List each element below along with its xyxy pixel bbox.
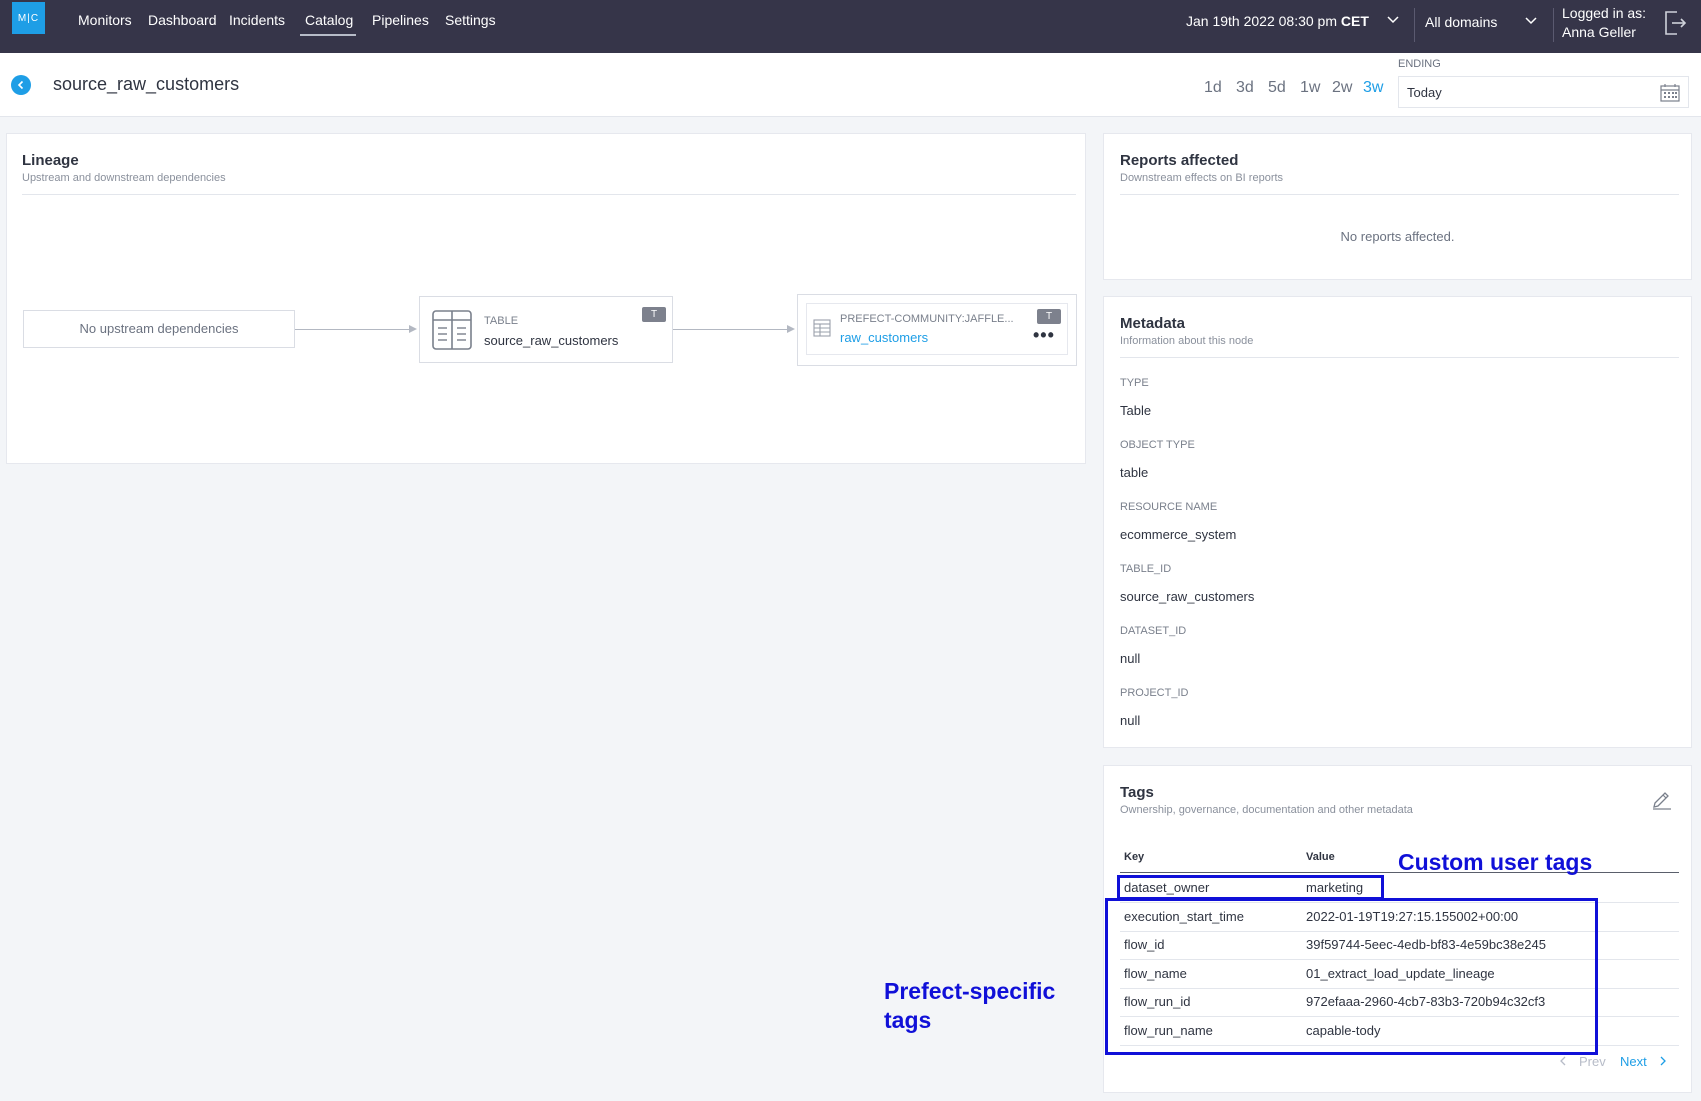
range-1d[interactable]: 1d xyxy=(1204,79,1222,97)
more-options-icon[interactable]: ••• xyxy=(1033,325,1055,346)
meta-value: table xyxy=(1120,465,1149,480)
back-button[interactable] xyxy=(11,75,31,95)
metadata-subtitle: Information about this node xyxy=(1120,335,1254,347)
reports-subtitle: Downstream effects on BI reports xyxy=(1120,172,1284,184)
meta-label: RESOURCE NAME xyxy=(1120,501,1218,513)
prefect-tags-annotation: Prefect-specific tags xyxy=(884,977,1055,1035)
ending-date-picker[interactable]: Today xyxy=(1398,76,1689,108)
node-type: PREFECT-COMMUNITY:JAFFLE... xyxy=(840,313,1014,325)
range-3w[interactable]: 3w xyxy=(1363,79,1383,97)
chevron-left-icon xyxy=(17,80,24,90)
nav-active-indicator xyxy=(300,34,356,36)
node-type: TABLE xyxy=(484,315,519,327)
page-header: source_raw_customers 1d 3d 5d 1w 2w 3w E… xyxy=(0,53,1701,117)
table-type-badge: T xyxy=(642,307,666,322)
ending-value: Today xyxy=(1407,85,1442,100)
nav-dashboard[interactable]: Dashboard xyxy=(148,12,217,28)
tags-subtitle: Ownership, governance, documentation and… xyxy=(1120,804,1413,816)
next-page-button[interactable]: Next xyxy=(1620,1054,1647,1069)
nav-catalog[interactable]: Catalog xyxy=(305,12,353,28)
chevron-down-icon[interactable] xyxy=(1525,17,1537,25)
nav-settings[interactable]: Settings xyxy=(445,12,496,28)
nav-pipelines[interactable]: Pipelines xyxy=(372,12,429,28)
downstream-node-inner xyxy=(806,303,1068,355)
top-navbar: M|C Monitors Dashboard Incidents Catalog… xyxy=(0,0,1701,53)
annotation-line: tags xyxy=(884,1007,932,1033)
meta-label: OBJECT TYPE xyxy=(1120,439,1195,451)
meta-value: ecommerce_system xyxy=(1120,527,1237,542)
lineage-subtitle: Upstream and downstream dependencies xyxy=(22,172,226,184)
edit-icon[interactable] xyxy=(1651,788,1673,810)
prev-page-button[interactable]: Prev xyxy=(1579,1054,1606,1069)
meta-label: TYPE xyxy=(1120,377,1149,389)
empty-state: No reports affected. xyxy=(1340,229,1455,244)
meta-value: source_raw_customers xyxy=(1120,589,1255,604)
divider xyxy=(1120,194,1679,195)
ending-label: ENDING xyxy=(1398,58,1441,70)
table-type-badge: T xyxy=(1037,309,1061,324)
divider xyxy=(1414,8,1415,42)
lineage-title: Lineage xyxy=(22,152,79,169)
user-name: Anna Geller xyxy=(1562,24,1636,40)
prefect-tags-highlight xyxy=(1105,898,1598,1055)
tags-title: Tags xyxy=(1120,784,1154,801)
meta-value: Table xyxy=(1120,403,1152,418)
lineage-edge xyxy=(295,329,413,330)
column-header-key: Key xyxy=(1124,851,1145,863)
node-name: source_raw_customers xyxy=(484,333,619,348)
page-title: source_raw_customers xyxy=(53,74,240,94)
meta-value: null xyxy=(1120,651,1141,666)
reports-title: Reports affected xyxy=(1120,152,1239,169)
nav-monitors[interactable]: Monitors xyxy=(78,12,132,28)
divider xyxy=(1120,357,1679,358)
logout-icon[interactable] xyxy=(1663,10,1687,36)
domain-selector[interactable]: All domains xyxy=(1425,14,1497,30)
calendar-icon[interactable] xyxy=(1660,83,1680,102)
arrow-head-icon xyxy=(409,325,417,333)
meta-value: null xyxy=(1120,713,1141,728)
timezone: CET xyxy=(1340,13,1369,29)
divider xyxy=(22,194,1076,195)
chevron-left-icon xyxy=(1560,1056,1566,1066)
user-info: Logged in as: Anna Geller xyxy=(1562,4,1646,42)
downstream-node[interactable]: PREFECT-COMMUNITY:JAFFLE... raw_customer… xyxy=(797,294,1077,366)
range-3d[interactable]: 3d xyxy=(1236,79,1254,97)
column-header-value: Value xyxy=(1306,851,1335,863)
lineage-card: Lineage Upstream and downstream dependen… xyxy=(6,133,1086,464)
no-upstream-box: No upstream dependencies xyxy=(23,310,295,348)
range-1w[interactable]: 1w xyxy=(1300,79,1320,97)
meta-label: PROJECT_ID xyxy=(1120,687,1189,699)
metadata-card: Metadata Information about this node TYP… xyxy=(1103,296,1692,748)
logo[interactable]: M|C xyxy=(12,2,45,34)
meta-label: DATASET_ID xyxy=(1120,625,1187,637)
table-icon xyxy=(813,319,831,337)
login-label: Logged in as: xyxy=(1562,5,1647,21)
metadata-title: Metadata xyxy=(1120,315,1186,332)
datetime-selector[interactable]: Jan 19th 2022 08:30 pm CET xyxy=(1186,13,1369,29)
custom-tags-highlight xyxy=(1117,875,1384,900)
meta-label: TABLE_ID xyxy=(1120,563,1172,575)
current-table-node[interactable]: TABLE source_raw_customers T xyxy=(419,296,673,363)
chevron-down-icon[interactable] xyxy=(1387,16,1399,24)
downstream-link[interactable]: raw_customers xyxy=(840,330,928,345)
divider xyxy=(1553,8,1554,42)
annotation-line: Prefect-specific xyxy=(884,978,1056,1004)
nav-incidents[interactable]: Incidents xyxy=(229,12,285,28)
custom-tags-annotation: Custom user tags xyxy=(1398,849,1593,875)
datetime-value: Jan 19th 2022 08:30 pm xyxy=(1186,13,1338,29)
arrow-head-icon xyxy=(787,325,795,333)
range-5d[interactable]: 5d xyxy=(1268,79,1286,97)
chevron-right-icon[interactable] xyxy=(1659,1056,1667,1066)
table-icon xyxy=(432,310,472,350)
reports-card: Reports affected Downstream effects on B… xyxy=(1103,133,1692,280)
range-2w[interactable]: 2w xyxy=(1332,79,1352,97)
lineage-edge xyxy=(673,329,793,330)
